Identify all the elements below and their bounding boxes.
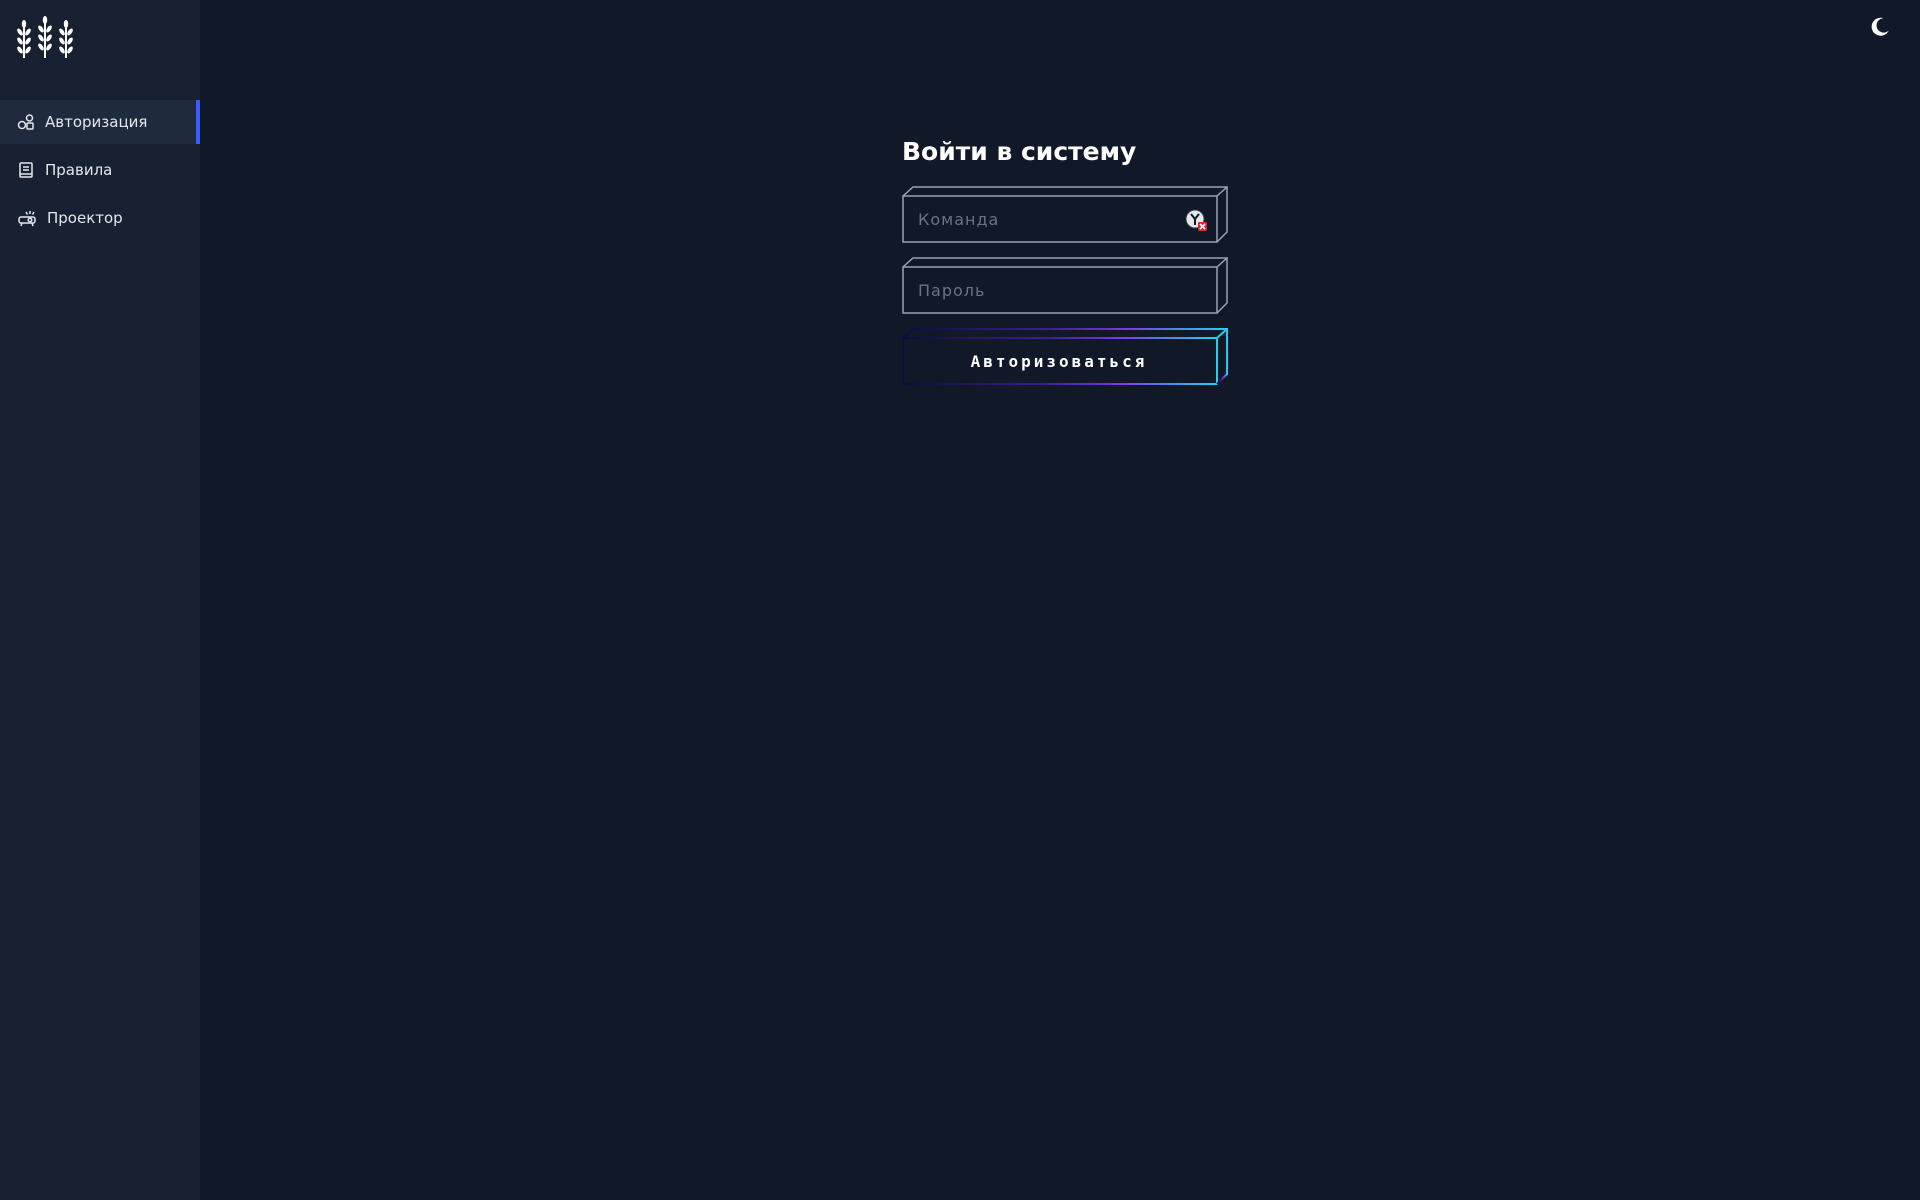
theme-toggle-button[interactable] xyxy=(1866,15,1894,43)
projector-icon xyxy=(17,209,37,227)
sidebar-nav: Авторизация Правила Проектор xyxy=(0,100,200,244)
login-form: Войти в систему Команда Авторизоваться xyxy=(902,136,1230,399)
password-field-wrapper xyxy=(902,257,1228,315)
sidebar-item-authorization[interactable]: Авторизация xyxy=(0,100,200,144)
sidebar-item-label: Правила xyxy=(45,161,113,179)
authorize-button[interactable]: Авторизоваться xyxy=(904,338,1214,384)
app-root: Авторизация Правила Проектор Войти в сис… xyxy=(0,0,1920,1200)
page-title: Войти в систему xyxy=(902,137,1137,166)
moon-icon xyxy=(1869,16,1891,42)
login-shapes-icon xyxy=(17,113,35,131)
wheat-logo-icon[interactable] xyxy=(14,16,76,60)
team-input[interactable] xyxy=(904,196,1214,242)
password-manager-icon[interactable] xyxy=(1184,208,1208,232)
password-input[interactable] xyxy=(904,267,1214,313)
team-field-wrapper xyxy=(902,186,1228,244)
sidebar-item-projector[interactable]: Проектор xyxy=(0,196,200,240)
submit-wrapper: Авторизоваться xyxy=(902,328,1228,386)
book-icon xyxy=(17,161,35,179)
sidebar-item-label: Авторизация xyxy=(45,113,148,131)
sidebar: Авторизация Правила Проектор xyxy=(0,0,200,1200)
sidebar-item-rules[interactable]: Правила xyxy=(0,148,200,192)
sidebar-item-label: Проектор xyxy=(47,209,123,227)
